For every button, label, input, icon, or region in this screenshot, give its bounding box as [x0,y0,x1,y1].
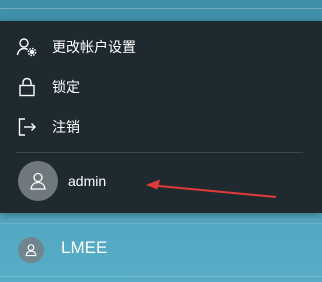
other-account-name: LMEE [61,238,108,257]
sign-out-label: 注销 [52,120,80,136]
change-account-settings-item[interactable]: 更改帐户设置 [0,27,322,67]
annotation-arrow [146,179,277,198]
lock-label: 锁定 [52,80,80,96]
background-streak [0,276,322,277]
current-user-name: admin [68,173,107,189]
sign-out-icon [16,116,38,138]
other-account-row[interactable]: LMEE [0,230,322,270]
menu-divider [16,152,303,153]
lock-icon [16,76,38,98]
background-streak [0,223,322,224]
sign-out-item[interactable]: 注销 [0,107,322,147]
user-avatar-icon [18,237,44,263]
background-streak [0,8,322,9]
change-account-settings-label: 更改帐户设置 [52,40,136,56]
lock-item[interactable]: 锁定 [0,67,322,107]
user-avatar-icon [18,161,58,201]
user-settings-icon [16,36,38,58]
